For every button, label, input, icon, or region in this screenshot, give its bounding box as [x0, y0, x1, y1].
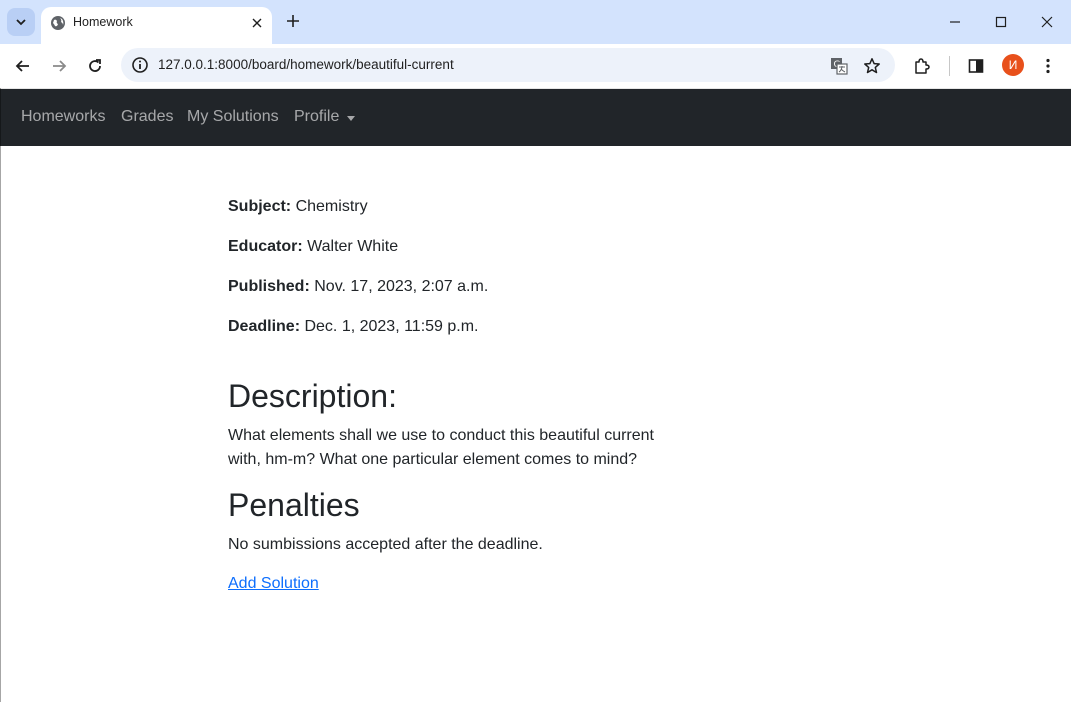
description-heading: Description: [228, 378, 397, 414]
educator-label: Educator: [228, 238, 303, 255]
tab-close-button[interactable] [248, 14, 266, 32]
educator-row: Educator: Walter White [228, 238, 398, 256]
forward-button[interactable] [47, 54, 71, 78]
tab-title: Homework [73, 15, 133, 29]
subject-label: Subject: [228, 198, 292, 215]
more-vert-icon [1046, 58, 1050, 74]
new-tab-button[interactable] [283, 11, 303, 31]
published-row: Published: Nov. 17, 2023, 2:07 a.m. [228, 278, 488, 296]
browser-tab-strip: Homework [0, 0, 1071, 44]
nav-homeworks[interactable]: Homeworks [21, 108, 105, 126]
tab-search-button[interactable] [7, 8, 35, 36]
address-bar[interactable]: 127.0.0.1:8000/board/homework/beautiful-… [121, 48, 895, 82]
window-edge [0, 88, 1, 702]
subject-value: Chemistry [295, 198, 368, 215]
published-label: Published: [228, 278, 310, 295]
close-icon [252, 18, 262, 28]
educator-value: Walter White [307, 238, 399, 255]
penalties-heading: Penalties [228, 487, 360, 523]
translate-button[interactable]: G [829, 56, 849, 76]
description-text: What elements shall we use to conduct th… [228, 427, 654, 468]
nav-profile-dropdown[interactable]: Profile [294, 108, 339, 126]
penalties-text: No sumbissions accepted after the deadli… [228, 536, 543, 553]
minimize-icon [950, 21, 960, 23]
nav-my-solutions[interactable]: My Solutions [187, 108, 279, 126]
puzzle-icon [915, 58, 930, 74]
translate-icon: G [831, 58, 848, 75]
site-navbar: Homeworks Grades My Solutions Profile [0, 89, 1071, 146]
info-icon[interactable] [131, 56, 149, 74]
subject-row: Subject: Chemistry [228, 198, 368, 216]
menu-button[interactable] [1036, 54, 1060, 78]
toolbar-divider [949, 56, 950, 76]
back-button[interactable] [11, 54, 35, 78]
plus-icon [287, 15, 299, 27]
browser-tab[interactable]: Homework [41, 7, 272, 44]
chevron-down-icon [16, 19, 26, 26]
close-window-button[interactable] [1033, 8, 1061, 36]
maximize-button[interactable] [987, 8, 1015, 36]
deadline-row: Deadline: Dec. 1, 2023, 11:59 p.m. [228, 318, 479, 336]
arrow-left-icon [15, 60, 29, 72]
extensions-button[interactable] [910, 54, 934, 78]
nav-grades[interactable]: Grades [121, 108, 173, 126]
browser-toolbar: 127.0.0.1:8000/board/homework/beautiful-… [0, 44, 1071, 89]
add-solution-link[interactable]: Add Solution [228, 575, 319, 593]
close-icon [1041, 16, 1053, 28]
bookmark-button[interactable] [862, 56, 882, 76]
maximize-icon [995, 16, 1007, 28]
deadline-value: Dec. 1, 2023, 11:59 p.m. [304, 318, 479, 335]
profile-avatar[interactable]: И [1002, 54, 1024, 76]
arrow-right-icon [53, 60, 67, 72]
side-panel-icon [968, 59, 984, 73]
published-value: Nov. 17, 2023, 2:07 a.m. [314, 278, 489, 295]
reload-icon [89, 59, 101, 72]
url-text: 127.0.0.1:8000/board/homework/beautiful-… [158, 57, 454, 72]
minimize-button[interactable] [941, 8, 969, 36]
side-panel-button[interactable] [964, 54, 988, 78]
globe-icon [51, 16, 65, 30]
star-icon [864, 58, 880, 74]
deadline-label: Deadline: [228, 318, 301, 335]
caret-down-icon [347, 116, 355, 121]
reload-button[interactable] [83, 54, 107, 78]
